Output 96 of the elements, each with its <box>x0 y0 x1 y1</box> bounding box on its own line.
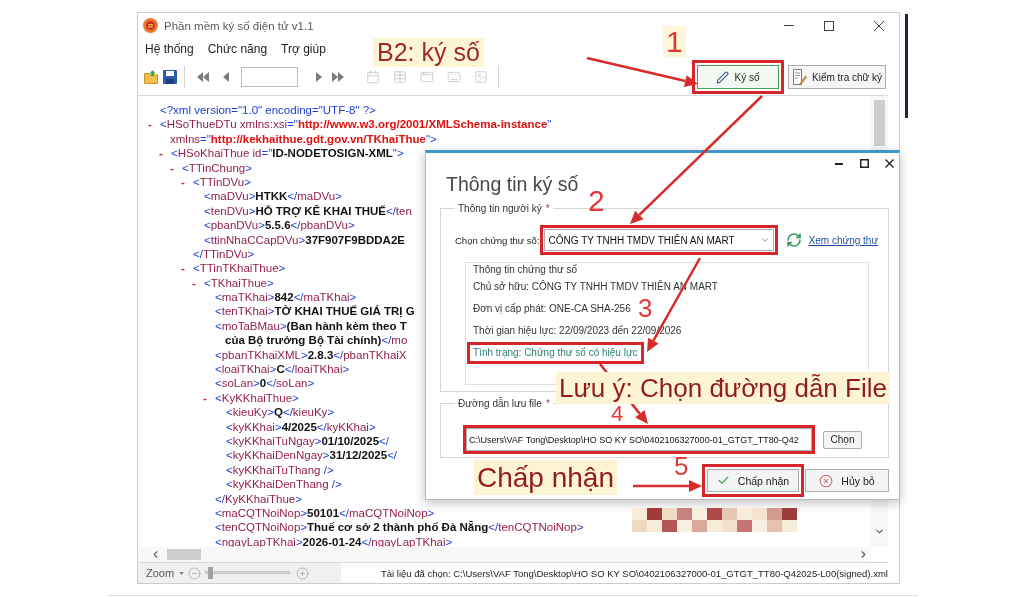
xml-line: <TKhaiThue> <box>204 275 274 291</box>
step-number: 4 <box>610 404 624 424</box>
group-label: Đường dẫn lưu file <box>458 397 542 410</box>
xml-line: <ttinNhaCCapDVu>37F907F9BDDA2E <box>204 232 405 247</box>
dialog-title: Thông tin ký số <box>446 172 580 196</box>
xml-line: <tenCQTNoiNop>Thuế cơ sở 2 thành phố Đà Nẵng</tenCQTNoiNop> <box>215 520 584 535</box>
chevron-down-icon <box>759 235 770 245</box>
minimize-icon <box>835 162 843 165</box>
maximize-icon <box>859 159 869 168</box>
window-title: Phần mềm ký số điện tử v1.1 <box>164 19 314 32</box>
panel-title: Thông tin chứng thư số <box>473 264 577 276</box>
close-icon <box>884 159 894 168</box>
check-icon <box>716 474 730 487</box>
xml-line: <TTinTKhaiThue> <box>193 261 286 276</box>
app-logo-icon <box>143 18 158 33</box>
xml-line: <kyKKhaiTuThang /> <box>226 462 334 478</box>
next-page-icon[interactable] <box>316 72 322 82</box>
xml-line: <TTinChung> <box>182 160 252 175</box>
xml-line: <kyKKhaiTuNgay>01/10/2025</ <box>226 434 389 449</box>
xml-line: <soLan>0</soLan> <box>215 376 315 391</box>
save-icon[interactable] <box>163 70 177 84</box>
xml-line: <TTinDVu> <box>193 174 251 190</box>
xml-line: <kyKKhai>4/2025</kyKKhai> <box>226 419 376 434</box>
chevron-down-icon[interactable] <box>874 526 885 537</box>
collapse-toggle[interactable]: - <box>148 118 152 131</box>
menu-item[interactable]: Chức năng <box>207 41 268 56</box>
pen-icon <box>716 70 730 84</box>
collapse-toggle[interactable]: - <box>181 175 185 188</box>
slider-thumb[interactable] <box>207 567 213 579</box>
close-icon <box>874 20 884 31</box>
xml-line: <kyKKhaiDenNgay>31/12/2025</ <box>226 448 398 463</box>
status-text: Tài liệu đã chọn: C:\Users\VAF Tong\Desktop\HO SO KY SO\0402106327000-01_GTGT_TT80-Q42025-L00(signed).xml <box>381 567 888 579</box>
xml-line: <kieuKy>Q</kieuKy> <box>226 405 335 420</box>
collapse-toggle[interactable]: - <box>192 276 196 289</box>
xml-line: <kyKKhaiDenThang /> <box>226 477 342 492</box>
zoom-in-icon[interactable] <box>296 566 310 580</box>
menu-item[interactable]: Hệ thống <box>145 41 194 56</box>
xml-line: <maTKhai>842</maTKhai> <box>215 290 357 305</box>
collapse-toggle[interactable]: - <box>170 161 174 174</box>
caret-icon[interactable] <box>179 571 185 575</box>
zoom-out-icon[interactable] <box>188 566 202 580</box>
xml-line: <tenTKhai>TỜ KHAI THUẾ GIÁ TRỊ G <box>215 304 415 319</box>
xml-line: <?xml version="1.0" encoding="UTF-8" ?> <box>160 103 376 118</box>
xml-line: xmlns="http://kekhaithue.gdt.gov.vn/TKhaiThue"> <box>170 131 437 147</box>
collapse-toggle[interactable]: - <box>203 391 207 404</box>
document-pen-icon <box>792 69 807 85</box>
group-label: Thông tin người ký <box>458 202 542 215</box>
scrollbar-thumb[interactable] <box>874 100 885 146</box>
xml-line: <HSoThueDTu xmlns:xsi="http://www.w3.org/2001/XMLSchema-instance" <box>160 117 552 132</box>
cancel-button[interactable]: Hủy bỏ <box>805 469 889 492</box>
xml-line: <maCQTNoiNop>50101</maCQTNoiNop> <box>215 505 435 521</box>
xml-line: </TTinDVu> <box>193 246 255 262</box>
xml-line: <maDVu>HTKK</maDVu> <box>204 189 342 204</box>
xml-line: <pbanDVu>5.5.6</pbanDVu> <box>204 218 355 233</box>
first-page-icon[interactable] <box>197 72 209 82</box>
xml-line: <KyKKhaiThue> <box>215 390 299 406</box>
xml-line: <tenDVu>HỖ TRỢ KÊ KHAI THUẾ</ten <box>204 203 412 219</box>
zoom-slider[interactable] <box>205 567 291 579</box>
required-mark: * <box>545 397 550 410</box>
last-page-icon[interactable] <box>332 72 344 82</box>
page-number-field[interactable] <box>241 67 298 87</box>
refresh-icon[interactable] <box>785 232 802 248</box>
minimize-icon <box>784 25 794 26</box>
maximize-icon <box>824 20 834 31</box>
certificate-select[interactable]: CÔNG TY TNHH TMDV THIÊN AN MART <box>543 229 774 251</box>
scrollbar-thumb[interactable] <box>167 549 201 560</box>
accept-button[interactable]: Chấp nhận <box>707 469 799 492</box>
collapse-toggle[interactable]: - <box>181 262 185 275</box>
xml-line: </KyKKhaiThue> <box>215 491 302 506</box>
certificate-status: Tình trạng: Chứng thư số có hiệu lực <box>473 346 638 360</box>
step-number: 1 <box>663 26 686 57</box>
step-number: 5 <box>673 455 690 478</box>
step-number: 3 <box>637 295 654 321</box>
collapse-toggle[interactable]: - <box>159 147 163 160</box>
circle-x-icon <box>819 473 834 488</box>
step-number: 2 <box>587 185 606 216</box>
annotation-heading: B2: ký số <box>373 38 484 67</box>
browse-button[interactable]: Chọn <box>823 430 862 449</box>
required-mark: * <box>545 202 550 215</box>
previous-page-icon[interactable] <box>223 72 229 82</box>
xml-line: <pbanTKhaiXML>2.8.3</pbanTKhaiX <box>215 347 407 363</box>
xml-line: <HSoKhaiThue id="ID-NODETOSIGN-XML"> <box>171 146 404 161</box>
xml-line: <loaiTKhai>C</loaiTKhai> <box>215 362 350 377</box>
horizontal-scrollbar[interactable] <box>138 547 871 562</box>
xml-line: của Bộ trưởng Bộ Tài chính)</mo <box>225 333 408 348</box>
field-label: Chọn chứng thư số: <box>455 234 540 246</box>
sign-button[interactable]: Ký số <box>697 65 779 89</box>
view-certificate-link[interactable]: Xem chứng thư <box>808 234 879 246</box>
verify-signature-button[interactable]: Kiểm tra chữ ký <box>788 65 886 89</box>
file-path-field[interactable]: C:\Users\VAF Tong\Desktop\HO SO KY SO\0402106327000-01_GTGT_TT80-Q42 <box>466 428 812 451</box>
zoom-label: Zoom <box>146 567 175 579</box>
xml-line: <moTaBMau>(Ban hành kèm theo T <box>215 318 407 334</box>
menu-item[interactable]: Trợ giúp <box>281 41 326 56</box>
certificate-detail: Đơn vị cấp phát: ONE-CA SHA-256 <box>473 302 631 316</box>
annotation-note: Lưu ý: Chọn đường dẫn File <box>556 372 890 404</box>
annotation-note: Chấp nhận <box>474 460 617 495</box>
